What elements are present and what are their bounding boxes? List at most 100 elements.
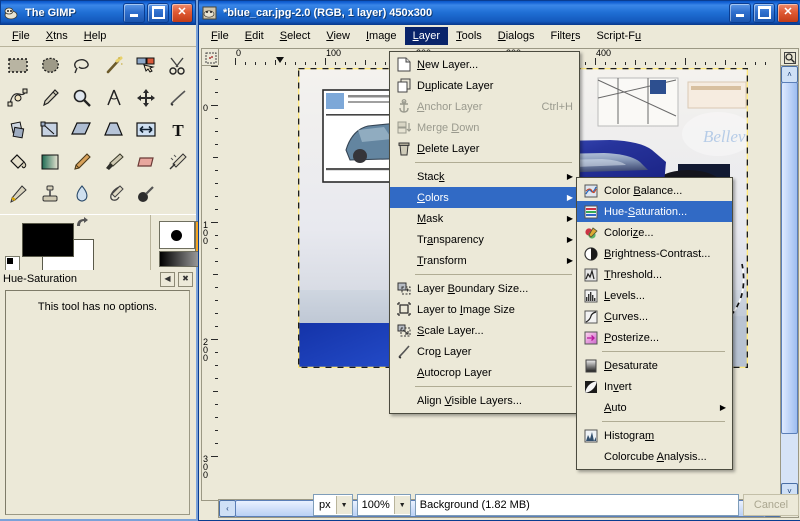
shear-tool[interactable]	[66, 114, 98, 146]
blend-gradient-tool[interactable]	[34, 146, 66, 178]
vertical-scroll-thumb[interactable]	[781, 82, 798, 434]
image-minimize-button[interactable]	[729, 2, 751, 23]
by-color-select-tool[interactable]	[130, 50, 162, 82]
canvas-vertical-scrollbar[interactable]: ˄ ˅	[780, 65, 799, 501]
menu-item-align-visible-layers[interactable]: Align Visible Layers...	[390, 390, 579, 411]
paintbrush-tool[interactable]	[98, 146, 130, 178]
menu-item-layer-boundary-size[interactable]: Layer Boundary Size...	[390, 278, 579, 299]
menu-select[interactable]: Select	[272, 27, 319, 45]
active-brush-indicator[interactable]	[159, 221, 195, 249]
menu-item-label: Auto	[604, 401, 627, 414]
scale-tool[interactable]	[34, 114, 66, 146]
paths-tool[interactable]	[2, 82, 34, 114]
menu-item-delete-layer[interactable]: Delete Layer	[390, 138, 579, 159]
scissors-select-tool[interactable]	[162, 50, 194, 82]
foreground-color-swatch[interactable]	[22, 223, 74, 257]
menu-item-invert[interactable]: Invert	[577, 376, 732, 397]
menu-item-colorize[interactable]: Colorize...	[577, 222, 732, 243]
zoom-selector[interactable]: 100% ▼	[356, 494, 411, 516]
swap-colors-icon[interactable]	[75, 217, 89, 229]
bucket-fill-tool[interactable]	[2, 146, 34, 178]
collapse-dock-icon[interactable]: ◀	[160, 271, 175, 287]
cancel-button[interactable]: Cancel	[743, 494, 799, 516]
menu-view[interactable]: View	[318, 27, 358, 45]
scroll-up-button[interactable]: ˄	[781, 66, 798, 83]
toolbox-minimize-button[interactable]	[123, 2, 145, 23]
smudge-tool[interactable]	[98, 178, 130, 210]
menu-item-histogram[interactable]: Histogram	[577, 425, 732, 446]
eraser-tool[interactable]	[130, 146, 162, 178]
menu-item-posterize[interactable]: Posterize...	[577, 327, 732, 348]
toolbox-menu-file[interactable]: File	[4, 27, 38, 45]
menu-item-layer-to-image-size[interactable]: Layer to Image Size	[390, 299, 579, 320]
menu-item-anchor-layer[interactable]: Anchor Layer Ctrl+H	[390, 96, 579, 117]
menu-layer[interactable]: Layer	[404, 26, 449, 45]
menu-item-hue-saturation[interactable]: Hue-Saturation...	[577, 201, 732, 222]
menu-edit[interactable]: Edit	[237, 27, 272, 45]
fuzzy-select-tool[interactable]	[66, 50, 98, 82]
menu-item-transform[interactable]: Transform ▶	[390, 250, 579, 271]
crop-tool[interactable]	[162, 82, 194, 114]
menu-script-fu[interactable]: Script-Fu	[588, 27, 649, 45]
magic-wand-tool[interactable]	[98, 50, 130, 82]
menu-item-new-layer[interactable]: New Layer...	[390, 54, 579, 75]
toolbox-menubar: File Xtns Help	[0, 25, 196, 47]
menu-item-mask[interactable]: Mask ▶	[390, 208, 579, 229]
colors-submenu-popup[interactable]: Color Balance... Hue-Saturation... Color…	[576, 177, 733, 470]
airbrush-tool[interactable]	[162, 146, 194, 178]
unit-selector[interactable]: px ▼	[313, 494, 353, 516]
unit-chevron-down-icon[interactable]: ▼	[335, 496, 352, 514]
clone-tool[interactable]	[34, 178, 66, 210]
menu-item-merge-down[interactable]: Merge Down	[390, 117, 579, 138]
perspective-tool[interactable]	[98, 114, 130, 146]
menu-item-label: Mask	[417, 212, 444, 225]
menu-item-stack[interactable]: Stack ▶	[390, 166, 579, 187]
menu-image[interactable]: Image	[358, 27, 405, 45]
toolbox-maximize-button[interactable]	[147, 2, 169, 23]
ink-tool[interactable]	[2, 178, 34, 210]
toolbox-menu-xtns[interactable]: Xtns	[38, 27, 76, 45]
zoom-chevron-down-icon[interactable]: ▼	[393, 496, 410, 514]
zoom-value: 100%	[361, 499, 390, 511]
rotate-tool[interactable]	[2, 114, 34, 146]
free-select-tool[interactable]	[34, 50, 66, 82]
dodge-burn-tool[interactable]	[130, 178, 162, 210]
image-window-titlebar: *blue_car.jpg-2.0 (RGB, 1 layer) 450x300…	[199, 1, 800, 25]
close-dock-icon[interactable]: ✖	[178, 271, 193, 287]
menu-item-colorcube-analysis[interactable]: Colorcube Analysis...	[577, 446, 732, 467]
menu-item-brightness-contrast[interactable]: Brightness-Contrast...	[577, 243, 732, 264]
text-tool[interactable]: T	[162, 114, 194, 146]
menu-item-curves[interactable]: Curves...	[577, 306, 732, 327]
menu-tools[interactable]: Tools	[448, 27, 490, 45]
zoom-tool[interactable]	[66, 82, 98, 114]
flip-tool[interactable]	[130, 114, 162, 146]
menu-item-threshold[interactable]: Threshold...	[577, 264, 732, 285]
menu-item-color-balance[interactable]: Color Balance...	[577, 180, 732, 201]
color-picker-tool[interactable]	[34, 82, 66, 114]
toolbox-menu-help[interactable]: Help	[76, 27, 115, 45]
toolbox-close-button[interactable]: ✕	[171, 2, 193, 23]
menu-item-levels[interactable]: Levels...	[577, 285, 732, 306]
menu-item-duplicate-layer[interactable]: Duplicate Layer	[390, 75, 579, 96]
menu-item-scale-layer[interactable]: Scale Layer...	[390, 320, 579, 341]
blur-sharpen-tool[interactable]	[66, 178, 98, 210]
menu-filters[interactable]: Filters	[542, 27, 588, 45]
rect-select-tool[interactable]	[2, 50, 34, 82]
new-layer-icon	[394, 56, 414, 73]
menu-file[interactable]: File	[203, 27, 237, 45]
menu-item-auto[interactable]: Auto ▶	[577, 397, 732, 418]
image-close-button[interactable]: ✕	[777, 2, 799, 23]
menu-dialogs[interactable]: Dialogs	[490, 27, 543, 45]
menu-item-transparency[interactable]: Transparency ▶	[390, 229, 579, 250]
pencil-tool[interactable]	[66, 146, 98, 178]
image-maximize-button[interactable]	[753, 2, 775, 23]
menu-item-colors[interactable]: Colors ▶	[390, 187, 579, 208]
measure-tool[interactable]	[98, 82, 130, 114]
menu-item-autocrop-layer[interactable]: Autocrop Layer	[390, 362, 579, 383]
layer-menu-popup[interactable]: New Layer... Duplicate Layer Anchor Laye…	[389, 51, 580, 414]
menu-item-crop-layer[interactable]: Crop Layer	[390, 341, 579, 362]
menu-item-desaturate[interactable]: Desaturate	[577, 355, 732, 376]
reset-colors-icon[interactable]	[5, 256, 20, 271]
move-tool[interactable]	[130, 82, 162, 114]
toolbox-titlebar: The GIMP ✕	[0, 0, 196, 25]
